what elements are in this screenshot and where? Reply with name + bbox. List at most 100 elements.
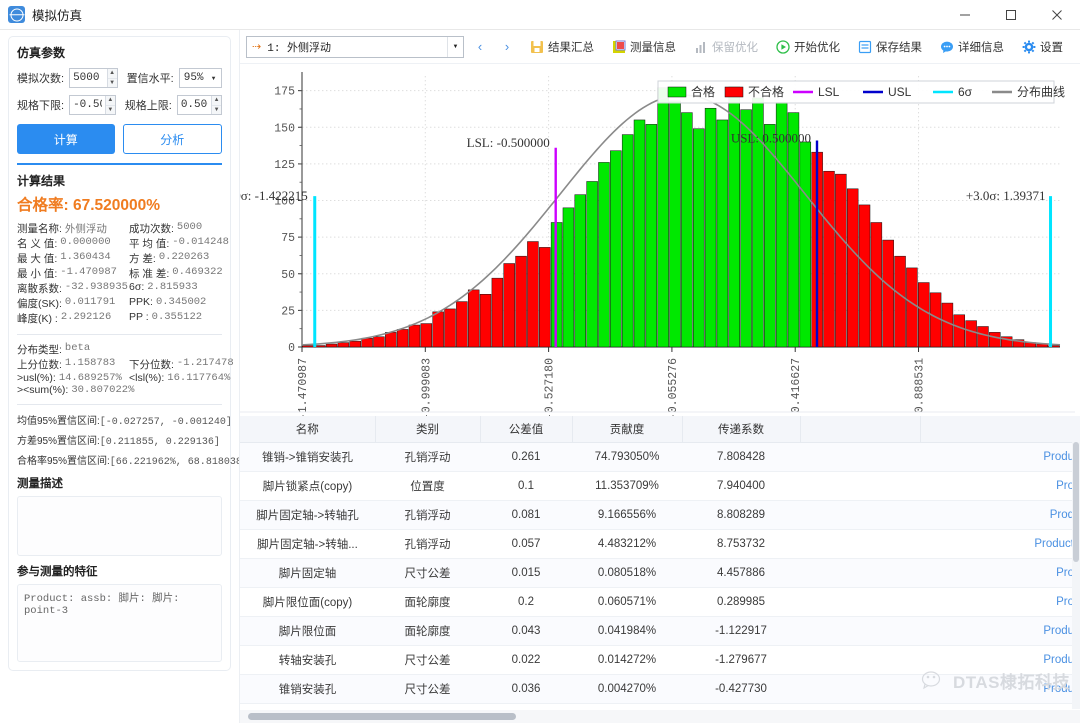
contributors-table-container[interactable]: 名称类别公差值贡献度传递系数 锥销->锥销安装孔孔销浮动0.26174.7930… (240, 416, 1080, 723)
usl-arrows[interactable]: ▲▼ (211, 96, 221, 114)
table-row[interactable]: 脚片锁紧点(copy)位置度0.111.353709%7.940400Pro (240, 471, 1080, 500)
feature-box[interactable]: Product: assb: 脚片: 脚片: point-3 (17, 584, 222, 662)
table-header-cell[interactable] (920, 416, 1080, 442)
vertical-scrollbar-thumb[interactable] (1073, 442, 1079, 562)
spin-down-icon[interactable]: ▼ (212, 106, 221, 115)
chevron-down-icon[interactable]: ▼ (206, 69, 221, 87)
stat-value: 0.345002 (156, 296, 206, 311)
table-row[interactable]: 脚片固定轴->转轴...孔销浮动0.0574.483212%8.753732Pr… (240, 529, 1080, 558)
stat-row: 名 义 值:0.000000平 均 值:-0.014248 (17, 236, 222, 251)
stat-key: 成功次数: (129, 221, 174, 236)
divider (17, 163, 222, 165)
histogram-bar (350, 341, 361, 347)
stat-key: 6σ: (129, 281, 144, 296)
table-row[interactable]: 脚片限位面面轮廓度0.0430.041984%-1.122917Produ (240, 616, 1080, 645)
stat-row: 最 大 值:1.360434方 差:0.220263 (17, 251, 222, 266)
arrow-right-icon: ⇢ (252, 40, 261, 53)
table-row[interactable]: 脚片固定轴->转轴孔孔销浮动0.0819.166556%8.808289Prod (240, 500, 1080, 529)
stat-key: 测量名称: (17, 221, 62, 236)
stat-cell: 6σ:2.815933 (129, 281, 222, 296)
histogram-bar (492, 278, 503, 347)
y-tick-label: 0 (288, 342, 295, 355)
stat-cell: 平 均 值:-0.014248 (129, 236, 229, 251)
table-row[interactable]: 锥销->锥销安装孔孔销浮动0.26174.793050%7.808428Prod… (240, 442, 1080, 471)
toolbar-button-summary[interactable]: 结果汇总 (523, 35, 601, 59)
confidence-select[interactable]: 95% ▼ (179, 68, 222, 88)
next-measurement-button[interactable]: › (496, 35, 518, 59)
histogram-bar (433, 312, 444, 347)
sim-count-input[interactable] (70, 69, 107, 87)
measurement-select[interactable]: ⇢ 1: 外侧浮动 ▼ (246, 36, 464, 58)
table-cell: 7.940400 (682, 471, 800, 500)
stat-cell: ><sum(%):30.807022% (17, 384, 129, 396)
table-cell: 8.808289 (682, 500, 800, 529)
table-row[interactable]: 脚片限位面(copy)面轮廓度0.20.060571%0.289985Pro (240, 587, 1080, 616)
usl-stepper[interactable]: ▲▼ (177, 95, 222, 115)
info-icon (612, 40, 626, 54)
histogram-bar (658, 88, 669, 347)
close-button[interactable] (1034, 0, 1080, 30)
histogram-bar (468, 290, 479, 347)
lsl-arrows[interactable]: ▲▼ (105, 96, 115, 114)
x-tick-label: -0.527180 (544, 358, 557, 416)
toolbar-button-save[interactable]: 保存结果 (851, 35, 929, 59)
histogram-bar (977, 326, 988, 347)
toolbar-button-info[interactable]: 测量信息 (605, 35, 683, 59)
table-cell: 4.483212% (572, 529, 682, 558)
minimize-button[interactable] (942, 0, 988, 30)
toolbar-button-chat[interactable]: 详细信息 (933, 35, 1011, 59)
spin-up-icon[interactable]: ▲ (106, 96, 115, 106)
spin-down-icon[interactable]: ▼ (108, 79, 117, 88)
chevron-down-icon[interactable]: ▼ (447, 37, 463, 57)
table-header-cell[interactable] (800, 416, 920, 442)
maximize-button[interactable] (988, 0, 1034, 30)
analyze-button[interactable]: 分析 (123, 124, 223, 154)
table-header-cell[interactable]: 类别 (375, 416, 480, 442)
sim-count-stepper[interactable]: ▲▼ (69, 68, 118, 88)
table-row[interactable]: 锥销安装孔尺寸公差0.0360.004270%-0.427730Produ (240, 674, 1080, 703)
stat-cell (129, 384, 222, 396)
table-cell: 0.057 (480, 529, 572, 558)
horizontal-scrollbar-thumb[interactable] (248, 713, 516, 720)
limits-row: 规格下限: ▲▼ 规格上限: ▲▼ (17, 95, 222, 115)
right-panel: ⇢ 1: 外侧浮动 ▼ ‹ › 结果汇总测量信息保留优化开始优化保存结果详细信息… (240, 30, 1080, 723)
x-tick-label: -1.470987 (297, 358, 310, 416)
lsl-stepper[interactable]: ▲▼ (69, 95, 116, 115)
table-cell: 0.041984% (572, 616, 682, 645)
table-cell (800, 674, 920, 703)
ci-value: [0.211855, 0.229136] (100, 437, 220, 448)
histogram-bar (338, 343, 349, 347)
spin-down-icon[interactable]: ▼ (106, 106, 115, 115)
histogram-bar (445, 309, 456, 347)
toolbar-button-gear[interactable]: 设置 (1015, 35, 1070, 59)
calculate-button[interactable]: 计算 (17, 124, 115, 154)
stat-value: 0.220263 (159, 251, 209, 266)
stat-cell: 最 小 值:-1.470987 (17, 266, 129, 281)
histogram-bar (883, 240, 894, 347)
stat-cell: 离散系数:-32.938935 (17, 281, 129, 296)
vertical-scrollbar[interactable] (1072, 442, 1080, 709)
table-header-cell[interactable]: 贡献度 (572, 416, 682, 442)
prev-measurement-button[interactable]: ‹ (469, 35, 491, 59)
stat-value: 1.360434 (60, 251, 110, 266)
plus-3-sigma-label: +3.0σ: 1.39371 (966, 188, 1046, 203)
lsl-label: LSL: -0.500000 (467, 135, 550, 150)
spin-up-icon[interactable]: ▲ (108, 69, 117, 79)
histogram-bar (871, 222, 882, 347)
sim-count-arrows[interactable]: ▲▼ (107, 69, 117, 87)
table-header-cell[interactable]: 名称 (240, 416, 375, 442)
spin-up-icon[interactable]: ▲ (212, 96, 221, 106)
measure-desc-box[interactable] (17, 496, 222, 556)
lsl-input[interactable] (70, 96, 105, 114)
histogram-bar (942, 303, 953, 347)
table-cell: 转轴安装孔 (240, 645, 375, 674)
table-header-cell[interactable]: 公差值 (480, 416, 572, 442)
table-row[interactable]: 转轴安装孔尺寸公差0.0220.014272%-1.279677Produ (240, 645, 1080, 674)
table-row[interactable]: 脚片固定轴尺寸公差0.0150.080518%4.457886Pro (240, 558, 1080, 587)
usl-input[interactable] (178, 96, 211, 114)
histogram-bar (385, 332, 396, 347)
horizontal-scrollbar[interactable] (240, 710, 1080, 723)
toolbar-button-play[interactable]: 开始优化 (769, 35, 847, 59)
table-header-cell[interactable]: 传递系数 (682, 416, 800, 442)
stat-row: 偏度(SK):0.011791PPK:0.345002 (17, 296, 222, 311)
